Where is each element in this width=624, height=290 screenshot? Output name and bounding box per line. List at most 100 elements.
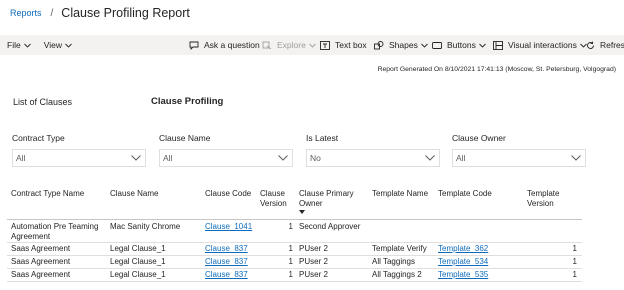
table-row: Saas Agreement Legal Clause_1 Clause_837… <box>7 269 582 282</box>
text-box-label: Text box <box>335 40 367 50</box>
clause-owner-filter: Clause Owner All <box>452 133 586 167</box>
chevron-down-icon <box>425 155 435 161</box>
ask-question-label: Ask a question <box>204 40 260 50</box>
filter-label: Contract Type <box>12 133 65 143</box>
cell-clause-name: Legal Clause_1 <box>110 270 166 279</box>
breadcrumb: Reports / Clause Profiling Report <box>10 4 190 22</box>
clause-name-dropdown[interactable]: All <box>159 149 293 167</box>
column-header-clause-code[interactable]: Clause Code <box>205 189 257 199</box>
file-menu[interactable]: File <box>7 40 31 50</box>
column-header-template-version[interactable]: Template Version <box>527 189 575 209</box>
refresh-icon <box>587 41 594 49</box>
explore-button[interactable]: Explore <box>262 35 316 55</box>
chevron-down-icon <box>23 43 31 48</box>
chevron-down-icon <box>571 155 581 161</box>
cell-contract-type-name: Saas Agreement <box>11 257 71 266</box>
cell-clause-code-link[interactable]: Clause_837 <box>205 270 259 280</box>
shapes-button[interactable]: Shapes <box>374 35 428 55</box>
cell-template-name: Template Verify <box>372 244 427 253</box>
text-box-button[interactable]: Text box <box>320 35 367 55</box>
is-latest-dropdown[interactable]: No <box>306 149 440 167</box>
table-row: Saas Agreement Legal Clause_1 Clause_837… <box>7 256 582 269</box>
chevron-down-icon <box>65 43 72 48</box>
cell-clause-primary-owner: Second Approver <box>299 222 361 231</box>
filter-value: All <box>456 153 466 163</box>
filter-value: No <box>310 153 321 163</box>
cell-template-version: 1 <box>572 244 577 253</box>
column-header-clause-version[interactable]: Clause Version <box>260 189 296 209</box>
view-menu[interactable]: View <box>44 40 72 50</box>
column-header-template-name[interactable]: Template Name <box>372 189 438 199</box>
buttons-button[interactable]: Buttons <box>432 35 486 55</box>
cell-contract-type-name: Saas Agreement <box>11 270 71 279</box>
is-latest-filter: Is Latest No <box>306 133 440 167</box>
breadcrumb-reports-link[interactable]: Reports <box>10 8 42 18</box>
contract-type-filter: Contract Type All <box>12 133 146 167</box>
cell-clause-name: Legal Clause_1 <box>110 257 166 266</box>
chevron-down-icon <box>421 43 428 48</box>
cell-contract-type-name: Saas Agreement <box>11 244 71 253</box>
cell-template-version: 1 <box>572 257 577 266</box>
filter-label: Clause Name <box>159 133 211 143</box>
contract-type-dropdown[interactable]: All <box>12 149 146 167</box>
list-of-clauses-heading: List of Clauses <box>13 97 73 107</box>
cell-clause-code-link[interactable]: Clause_1041 <box>205 222 259 232</box>
cell-template-name: All Taggings <box>372 257 415 266</box>
cell-clause-primary-owner: PUser 2 <box>299 244 328 253</box>
cell-clause-name: Legal Clause_1 <box>110 244 166 253</box>
column-header-clause-primary-owner[interactable]: Clause Primary Owner <box>299 189 369 209</box>
cell-template-version: 1 <box>572 270 577 279</box>
shapes-icon <box>374 40 384 49</box>
explore-label: Explore <box>277 40 306 50</box>
visual-interactions-button[interactable]: Visual interactions <box>493 35 587 55</box>
cell-clause-code-link[interactable]: Clause_837 <box>205 244 259 254</box>
cell-clause-version: 1 <box>288 222 293 231</box>
column-header-template-code[interactable]: Template Code <box>438 189 518 199</box>
text-box-icon <box>320 40 330 50</box>
cell-template-code-link[interactable]: Template_535 <box>438 270 518 280</box>
cell-clause-version: 1 <box>288 270 293 279</box>
chevron-down-icon <box>309 43 316 48</box>
cell-clause-version: 1 <box>288 257 293 266</box>
visual-interactions-icon <box>493 40 503 50</box>
chevron-down-icon <box>479 43 486 48</box>
filter-value: All <box>16 153 26 163</box>
column-header-contract-type-name[interactable]: Contract Type Name <box>11 189 106 199</box>
chevron-down-icon <box>131 155 141 161</box>
cell-clause-version: 1 <box>288 244 293 253</box>
shapes-label: Shapes <box>389 40 418 50</box>
visual-interactions-label: Visual interactions <box>508 40 577 50</box>
buttons-label: Buttons <box>447 40 476 50</box>
chevron-down-icon <box>278 155 288 161</box>
sort-descending-icon <box>299 210 305 214</box>
filter-label: Is Latest <box>306 133 339 143</box>
cell-clause-primary-owner: PUser 2 <box>299 270 328 279</box>
cell-template-name: All Taggings 2 <box>372 270 422 279</box>
toolbar: File View Ask a question Explore Text bo… <box>0 35 624 55</box>
ask-question-button[interactable]: Ask a question <box>189 35 260 55</box>
table-row: Saas Agreement Legal Clause_1 Clause_837… <box>7 243 582 256</box>
column-header-clause-name[interactable]: Clause Name <box>110 189 200 199</box>
file-menu-label: File <box>7 40 21 50</box>
button-icon <box>432 41 442 49</box>
filter-label: Clause Owner <box>452 133 506 143</box>
cell-clause-primary-owner: PUser 2 <box>299 257 328 266</box>
cell-clause-name: Mac Sanity Chrome <box>110 222 181 231</box>
clause-owner-dropdown[interactable]: All <box>452 149 586 167</box>
view-menu-label: View <box>43 40 62 50</box>
table-header-row: Contract Type Name Clause Name Clause Co… <box>7 184 582 220</box>
clause-profiling-heading: Clause Profiling <box>151 96 224 107</box>
cell-clause-code-link[interactable]: Clause_837 <box>205 257 259 267</box>
cell-template-code-link[interactable]: Template_534 <box>438 257 518 267</box>
refresh-button[interactable]: Refresh <box>586 35 624 55</box>
cell-contract-type-name: Automation Pre Teaming Agreement <box>11 222 99 241</box>
chat-bubble-icon <box>189 41 199 50</box>
filter-value: All <box>163 153 173 163</box>
breadcrumb-separator: / <box>50 7 54 19</box>
clause-name-filter: Clause Name All <box>159 133 293 167</box>
explore-icon <box>262 41 272 49</box>
refresh-label: Refresh <box>600 40 624 50</box>
report-generated-text: Report Generated On 8/10/2021 17:41:13 (… <box>377 66 616 73</box>
cell-template-code-link[interactable]: Template_362 <box>438 244 518 254</box>
table-row: Automation Pre Teaming Agreement Mac San… <box>7 220 582 243</box>
